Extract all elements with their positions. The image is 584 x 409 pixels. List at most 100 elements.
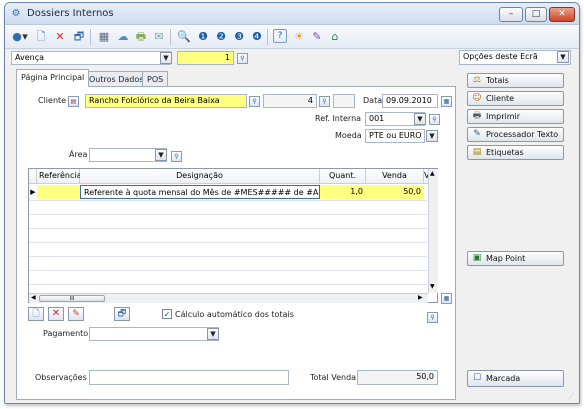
dropdown-arrow-icon[interactable]: ▾ xyxy=(21,29,29,45)
processador-texto-button[interactable]: ✎ Processador Texto xyxy=(467,127,564,142)
pagamento-select[interactable] xyxy=(89,327,219,341)
scroll-thumb[interactable]: III xyxy=(39,295,105,302)
grid-options-icon[interactable]: ▦ xyxy=(441,293,452,304)
mail-icon[interactable]: ✉ xyxy=(151,29,167,45)
tab-pagina-principal[interactable]: Página Principal xyxy=(16,69,90,87)
scroll-right-icon[interactable]: ▶ xyxy=(418,294,423,301)
checkbox-icon: ☐ xyxy=(472,373,482,383)
cell-venda[interactable]: 50,0 xyxy=(366,185,424,199)
help-icon[interactable]: ? xyxy=(273,29,287,43)
marcada-button[interactable]: ☐ Marcada xyxy=(467,370,564,387)
data-field[interactable]: 09.09.2010 xyxy=(382,94,438,108)
copy-line-icon[interactable]: 🗗 xyxy=(114,307,130,321)
minimize-button[interactable]: – xyxy=(499,7,523,22)
imprimir-button[interactable]: 🖶 Imprimir xyxy=(467,109,564,124)
cliente-button[interactable]: ☺ Cliente xyxy=(467,91,564,106)
app-window: ⚙ Dossiers Internos – □ ✕ ● ▾ 🗋 ✕ 🗗 ▦ ☁ … xyxy=(4,2,580,404)
search-small-icon[interactable]: ⚲ xyxy=(427,312,438,323)
grid-corner xyxy=(29,169,37,184)
doc-number-field[interactable]: 1 xyxy=(177,51,234,65)
cell-referencia[interactable] xyxy=(37,185,80,199)
client-card-icon[interactable]: ▤ xyxy=(68,96,79,107)
search-small-icon[interactable]: ⚲ xyxy=(171,151,182,162)
scroll-left-icon[interactable]: ◀ xyxy=(31,294,36,301)
vertical-scrollbar[interactable]: ▲ ▼ xyxy=(428,169,438,293)
observacoes-field[interactable] xyxy=(89,370,289,385)
print-icon[interactable]: 🖶 xyxy=(133,29,149,45)
total-venda-label: Total Venda xyxy=(310,373,357,382)
title-bar[interactable]: ⚙ Dossiers Internos – □ ✕ xyxy=(5,3,579,25)
home-icon[interactable]: ⌂ xyxy=(327,29,343,45)
close-button[interactable]: ✕ xyxy=(549,7,575,22)
scroll-down-icon[interactable]: ▼ xyxy=(430,283,435,290)
col-header-referencia[interactable]: Referência xyxy=(37,169,82,184)
search-icon[interactable]: 🔍 xyxy=(176,29,192,45)
calculator-icon[interactable]: ▦ xyxy=(96,29,112,45)
pencil-icon: ✎ xyxy=(473,129,481,139)
chevron-down-icon[interactable]: ▼ xyxy=(414,113,426,125)
cloud-icon[interactable]: ☁ xyxy=(115,29,131,45)
cell-quant[interactable]: 1,0 xyxy=(320,185,366,199)
col-header-designacao[interactable]: Designação xyxy=(80,169,320,184)
auto-calc-label: Cálculo automático dos totais xyxy=(175,310,294,319)
cliente-label: Cliente xyxy=(38,96,67,105)
add-line-icon[interactable]: 🗋 xyxy=(28,307,44,321)
delete-icon[interactable]: ✕ xyxy=(52,29,68,45)
nav-next-icon[interactable]: ❸ xyxy=(231,29,247,45)
auto-calc-checkbox[interactable]: ✓ xyxy=(162,309,172,319)
row-divider xyxy=(29,214,427,215)
light-icon[interactable]: ☀ xyxy=(291,29,307,45)
tab-outros-dados[interactable]: Outros Dados xyxy=(84,71,149,87)
etiquetas-button[interactable]: ▤ Etiquetas xyxy=(467,145,564,160)
ref-interna-label: Ref. Interna xyxy=(315,114,362,123)
total-venda-field: 50,0 xyxy=(357,370,438,385)
delete-line-icon[interactable]: ✕ xyxy=(48,307,64,321)
search-small-icon[interactable]: ⚲ xyxy=(237,53,248,64)
toolbar: ● ▾ 🗋 ✕ 🗗 ▦ ☁ 🖶 ✉ 🔍 ❶ ❷ ❸ ❹ ? ☀ ✎ ⌂ xyxy=(5,25,579,49)
erase-line-icon[interactable]: ✎ xyxy=(68,307,84,321)
calendar-icon[interactable]: ▦ xyxy=(441,96,452,107)
cell-designacao[interactable]: Referente à quota mensal do Mês de #MES#… xyxy=(80,185,320,199)
doc-type-select[interactable]: Avença xyxy=(11,51,171,65)
chevron-down-icon[interactable]: ▼ xyxy=(155,149,167,161)
col-header-venda[interactable]: Venda xyxy=(366,169,424,184)
copy-icon[interactable]: 🗗 xyxy=(71,29,87,45)
nav-first-icon[interactable]: ❶ xyxy=(195,29,211,45)
maximize-button[interactable]: □ xyxy=(525,7,547,22)
nav-last-icon[interactable]: ❹ xyxy=(249,29,265,45)
person-icon: ☺ xyxy=(472,93,482,103)
labels-icon: ▤ xyxy=(472,147,482,157)
chevron-down-icon[interactable]: ▼ xyxy=(207,328,219,340)
marcada-label: Marcada xyxy=(486,374,521,383)
toolbar-separator xyxy=(90,29,91,45)
row-divider xyxy=(29,256,427,257)
totais-label: Totais xyxy=(486,76,509,85)
search-small-icon[interactable]: ⚲ xyxy=(249,96,260,107)
edit-icon[interactable]: ✎ xyxy=(309,29,325,45)
moeda-select[interactable]: PTE ou EURO xyxy=(365,129,425,143)
horizontal-scrollbar[interactable]: ◀ III ▶ xyxy=(29,293,428,303)
map-point-button[interactable]: ▣ Map Point xyxy=(467,251,564,266)
observacoes-label: Observações xyxy=(35,373,87,382)
chevron-down-icon[interactable]: ▼ xyxy=(557,51,569,63)
options-select[interactable]: Opções deste Ecrã xyxy=(459,50,571,65)
tab-pos[interactable]: POS xyxy=(142,71,169,87)
chevron-down-icon[interactable]: ▼ xyxy=(160,52,172,64)
totais-button[interactable]: ⚖ Totais xyxy=(467,73,564,88)
pagamento-label: Pagamento xyxy=(43,329,89,338)
search-small-icon[interactable]: ⚲ xyxy=(429,114,440,125)
col-header-quant[interactable]: Quant. xyxy=(320,169,366,184)
toolbar-separator xyxy=(267,29,268,45)
new-document-icon[interactable]: 🗋 xyxy=(33,29,49,45)
area-label: Área xyxy=(69,150,88,159)
lines-grid: Referência Designação Quant. Venda V ▶ R… xyxy=(28,168,438,303)
search-small-icon[interactable]: ⚲ xyxy=(319,96,330,107)
resize-grip-icon[interactable]: ⋰ xyxy=(568,391,578,401)
cliente-name-field[interactable]: Rancho Folclórico da Beira Baixa xyxy=(85,94,247,108)
row-divider xyxy=(29,228,427,229)
scroll-up-icon[interactable]: ▲ xyxy=(430,170,435,177)
row-divider xyxy=(29,284,427,285)
chevron-down-icon[interactable]: ▼ xyxy=(426,130,438,142)
nav-previous-icon[interactable]: ❷ xyxy=(213,29,229,45)
cliente-button-label: Cliente xyxy=(486,94,515,103)
